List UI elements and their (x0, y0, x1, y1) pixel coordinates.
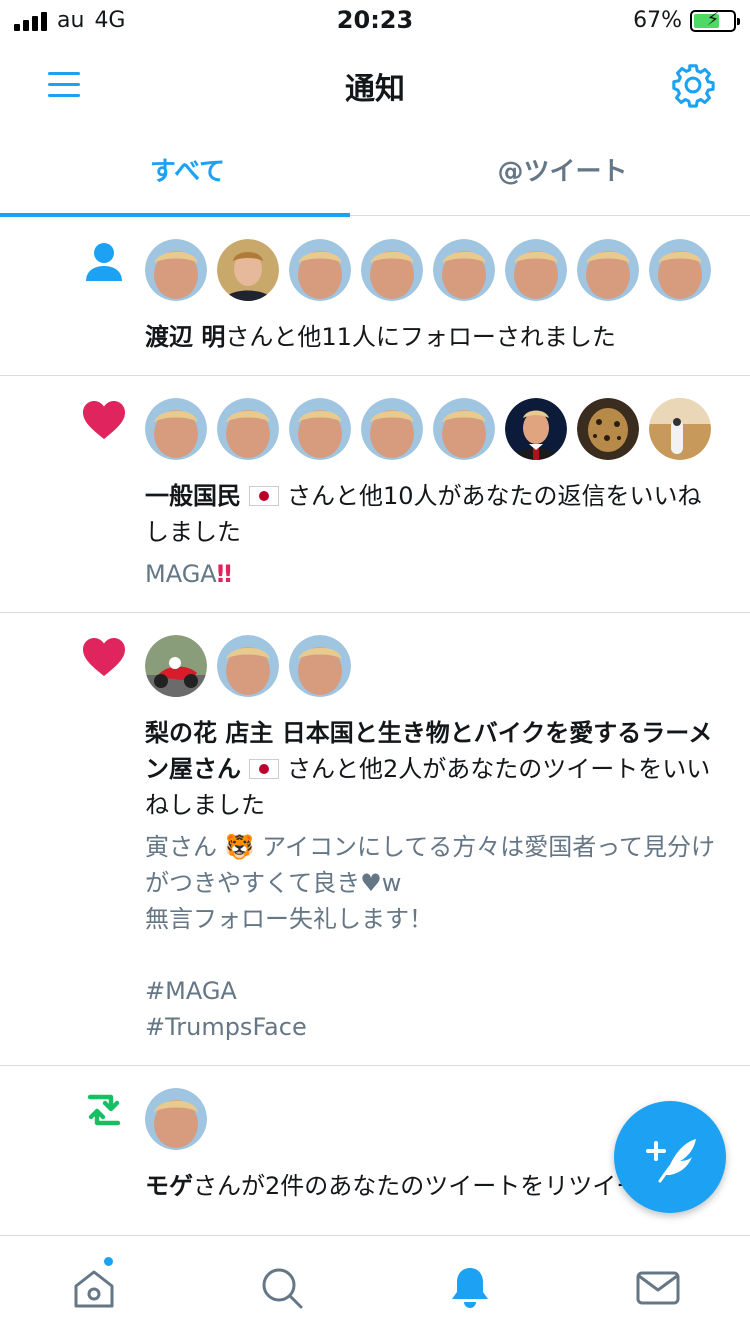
user-name[interactable]: 渡辺 明 (145, 323, 225, 351)
notifications-feed[interactable]: 渡辺 明さんと他11人にフォローされました 一般国民 さんと他10人があなたの返… (0, 217, 750, 1235)
notification-like[interactable]: 梨の花 店主 日本国と生き物とバイクを愛するラーメン屋さん さんと他2人があなた… (0, 613, 750, 1066)
avatar[interactable] (433, 239, 495, 301)
avatar-row (145, 635, 720, 699)
notification-text: 渡辺 明さんと他11人にフォローされました (145, 323, 616, 351)
avatar[interactable] (577, 398, 639, 460)
avatar[interactable] (649, 239, 711, 301)
person-icon (86, 243, 122, 281)
avatar[interactable] (217, 239, 279, 301)
avatar[interactable] (289, 239, 351, 301)
notification-text: 一般国民 さんと他10人があなたの返信をいいねしました (145, 482, 702, 546)
notifications-bell-icon[interactable] (446, 1264, 494, 1312)
header: 通知 (0, 42, 750, 128)
tweet-snippet: 寅さん 🐯 アイコンにしてる方々は愛国者って見分けがつきやすくて良き♥w 無言フ… (145, 833, 716, 1041)
battery-icon: ⚡ (690, 8, 740, 32)
settings-gear-icon[interactable] (670, 62, 716, 108)
double-exclamation-icon: ‼ (216, 560, 232, 588)
status-bar: au 4G 20:23 67% ⚡ (0, 0, 750, 42)
avatar[interactable] (145, 398, 207, 460)
avatar-row (145, 239, 720, 303)
charging-icon: ⚡ (706, 8, 720, 30)
heart-emoji-icon: ♥ (360, 869, 382, 897)
messages-envelope-icon[interactable] (634, 1264, 682, 1312)
bottom-nav (0, 1235, 750, 1334)
avatar[interactable] (505, 398, 567, 460)
avatar[interactable] (361, 239, 423, 301)
page-title: 通知 (345, 72, 405, 107)
notification-like[interactable]: 一般国民 さんと他10人があなたの返信をいいねしました MAGA‼ (0, 376, 750, 613)
notification-text: 梨の花 店主 日本国と生き物とバイクを愛するラーメン屋さん さんと他2人があなた… (145, 719, 713, 819)
avatar[interactable] (289, 398, 351, 460)
tweet-snippet: MAGA‼ (145, 560, 232, 588)
tiger-face-icon: 🐯 (224, 833, 255, 861)
tab-mentions[interactable]: @ツイート (375, 128, 750, 216)
user-name[interactable]: モゲ (145, 1172, 193, 1200)
home-icon[interactable] (70, 1264, 118, 1312)
avatar[interactable] (145, 239, 207, 301)
avatar[interactable] (433, 398, 495, 460)
battery-percent: 67% (633, 8, 682, 33)
tab-bar: すべて @ツイート (0, 128, 750, 217)
tab-all[interactable]: すべて (0, 128, 375, 217)
avatar-row (145, 398, 720, 462)
notification-follow[interactable]: 渡辺 明さんと他11人にフォローされました (0, 217, 750, 376)
avatar[interactable] (505, 239, 567, 301)
avatar[interactable] (649, 398, 711, 460)
heart-icon (83, 638, 125, 676)
japan-flag-icon (249, 759, 280, 779)
new-content-dot (103, 1256, 114, 1267)
avatar[interactable] (145, 635, 207, 697)
avatar[interactable] (145, 1088, 207, 1150)
japan-flag-icon (249, 486, 280, 506)
compose-feather-icon (646, 1139, 696, 1183)
compose-tweet-button[interactable] (614, 1101, 726, 1213)
retweet-icon (87, 1094, 121, 1126)
heart-icon (83, 401, 125, 439)
search-icon[interactable] (258, 1264, 306, 1312)
avatar[interactable] (217, 635, 279, 697)
avatar[interactable] (361, 398, 423, 460)
avatar[interactable] (289, 635, 351, 697)
avatar[interactable] (217, 398, 279, 460)
avatar[interactable] (577, 239, 639, 301)
user-name[interactable]: 一般国民 (145, 482, 280, 510)
